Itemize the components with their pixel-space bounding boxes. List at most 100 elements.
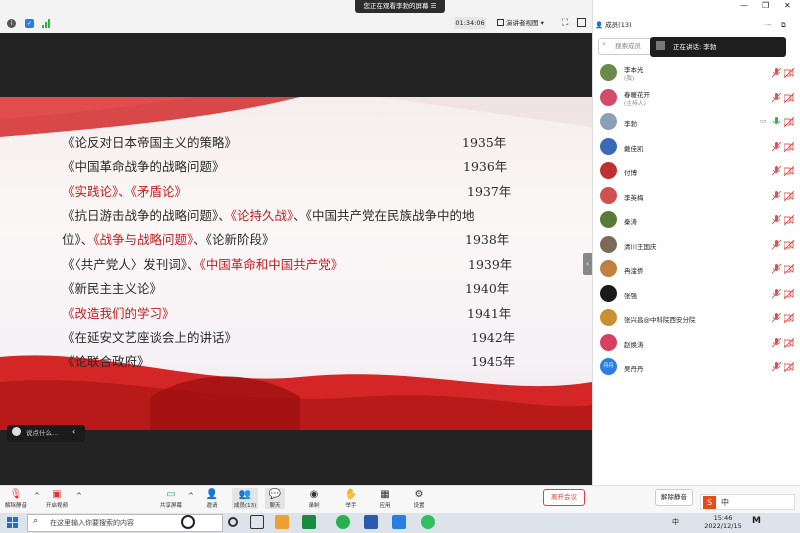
view-mode-dropdown[interactable]: 演讲者视图 ▾ — [497, 17, 553, 29]
mute-all-button[interactable]: 解除静音 — [655, 489, 693, 506]
slide-year: 1940年 — [465, 281, 510, 296]
close-icon[interactable]: ✕ — [784, 1, 791, 10]
member-row[interactable]: 秦涛 — [598, 210, 796, 230]
minimize-icon[interactable]: — — [740, 1, 748, 10]
slide-text: 《中国革命战争的战略问题》 — [62, 159, 225, 174]
invite-icon: 👤 — [205, 489, 219, 500]
share-screen-button[interactable]: ▭ 共享屏幕 — [160, 488, 182, 509]
camera-off-icon[interactable] — [783, 288, 795, 300]
member-name: 李勃 — [624, 120, 637, 128]
member-row[interactable]: 李勃 ▭ — [598, 112, 796, 132]
member-row[interactable]: 李本光 (我) — [598, 63, 796, 83]
member-row[interactable]: 丹丹 吴丹丹 — [598, 357, 796, 377]
mic-off-icon[interactable] — [771, 92, 782, 103]
member-name: 戴佳凯 — [624, 145, 644, 153]
edge-icon[interactable] — [336, 515, 350, 529]
member-row[interactable]: 张强 — [598, 284, 796, 304]
slide-text: 《战争与战略问题》 — [93, 232, 194, 247]
mic-off-icon[interactable] — [771, 239, 782, 250]
info-icon[interactable]: i — [7, 19, 16, 28]
mic-off-icon[interactable] — [771, 190, 782, 201]
emoji-icon[interactable] — [12, 427, 21, 436]
mic-off-icon[interactable] — [771, 288, 782, 299]
file-explorer-icon[interactable] — [275, 515, 289, 529]
menu-icon[interactable]: ☰ — [431, 2, 437, 10]
member-row[interactable]: 赵焕涛 — [598, 333, 796, 353]
signal-icon[interactable] — [42, 19, 51, 28]
slide-text: 《论持久战》 — [230, 208, 294, 223]
camera-off-icon[interactable] — [783, 239, 795, 251]
mic-on-icon[interactable] — [772, 117, 781, 127]
mic-off-icon[interactable] — [771, 337, 782, 348]
popout-icon[interactable]: ⧉ — [781, 17, 786, 33]
taskbar-app-icon[interactable] — [181, 515, 195, 529]
chevron-up-icon[interactable]: ^ — [188, 492, 194, 500]
word-icon[interactable] — [364, 515, 378, 529]
task-view-icon[interactable] — [228, 517, 238, 527]
shield-icon[interactable]: ✓ — [25, 19, 34, 28]
fullscreen-icon[interactable]: ⛶ — [562, 18, 568, 28]
camera-off-icon: ▣ — [52, 489, 62, 500]
camera-off-icon[interactable] — [783, 141, 795, 153]
browser-icon[interactable] — [302, 515, 316, 529]
share-screen-icon: ▭ — [166, 489, 176, 500]
slide-line: 《抗日游击战争的战略问题》、《论持久战》、《中国共产党在民族战争中的地 — [62, 205, 562, 224]
mic-off-icon[interactable] — [771, 361, 782, 372]
camera-off-icon[interactable] — [783, 337, 795, 349]
member-row[interactable]: 戴佳凯 — [598, 137, 796, 157]
search-icon: ⌕ — [33, 516, 39, 526]
camera-off-icon[interactable] — [783, 214, 795, 226]
clock[interactable]: 15:46 2022/12/15 — [703, 514, 743, 530]
member-row[interactable]: 冉淦侨 — [598, 259, 796, 279]
meeting-app-icon[interactable] — [392, 515, 406, 529]
multitask-icon[interactable] — [250, 515, 264, 529]
chevron-up-icon[interactable]: ^ — [34, 492, 40, 500]
apps-button[interactable]: ▦ 应用 — [378, 488, 392, 509]
slide-text: 位》、 — [62, 232, 94, 247]
collapse-panel-button[interactable]: ‹ — [583, 253, 592, 275]
wechat-icon[interactable] — [421, 515, 435, 529]
more-icon[interactable]: ··· — [765, 17, 771, 33]
camera-off-icon[interactable] — [783, 67, 795, 79]
mic-off-icon[interactable] — [771, 312, 782, 323]
notification-icon[interactable]: M — [752, 516, 761, 526]
chat-label: 聊天 — [269, 503, 281, 509]
member-row[interactable]: 清川王国庆 — [598, 235, 796, 255]
camera-off-icon[interactable] — [783, 165, 795, 177]
camera-off-icon[interactable] — [783, 116, 795, 128]
mic-off-icon[interactable] — [771, 165, 782, 176]
member-row[interactable]: 春暖花开 (主持人) — [598, 88, 796, 108]
camera-off-icon[interactable] — [783, 263, 795, 275]
layout-icon[interactable] — [577, 18, 586, 27]
camera-off-icon[interactable] — [783, 312, 795, 324]
ime-indicator[interactable]: 中 — [672, 517, 679, 527]
settings-button[interactable]: ⚙ 设置 — [412, 488, 426, 509]
member-row[interactable]: 张兴昌@中科院西安分院 — [598, 308, 796, 328]
chevron-left-icon[interactable]: ‹ — [72, 427, 75, 436]
mic-off-icon[interactable] — [771, 263, 782, 274]
ime-toolbar[interactable]: S 中 — [700, 494, 795, 510]
members-button[interactable]: 👥 成员(13) — [232, 488, 259, 509]
camera-off-icon[interactable] — [783, 190, 795, 202]
member-row[interactable]: 付博 — [598, 161, 796, 181]
chat-button[interactable]: 💬 聊天 — [265, 488, 285, 509]
record-button[interactable]: ◉ 录制 — [307, 488, 321, 509]
mic-off-icon[interactable] — [771, 214, 782, 225]
leave-meeting-button[interactable]: 离开会议 — [543, 489, 585, 506]
mic-off-icon[interactable] — [771, 67, 782, 78]
member-name: 冉淦侨 — [624, 267, 644, 275]
chevron-up-icon[interactable]: ^ — [76, 492, 82, 500]
camera-off-icon[interactable] — [783, 361, 795, 373]
unmute-button[interactable]: 🎙 解除静音 — [5, 488, 27, 509]
invite-button[interactable]: 👤 邀请 — [205, 488, 219, 509]
record-label: 录制 — [308, 503, 320, 509]
camera-off-icon[interactable] — [783, 92, 795, 104]
restore-icon[interactable]: ❐ — [762, 1, 769, 10]
raise-hand-button[interactable]: ✋ 举手 — [344, 488, 358, 509]
mic-off-icon[interactable] — [771, 141, 782, 152]
slide-text: 《中国革命和中国共产党》 — [199, 257, 344, 272]
avatar — [600, 138, 617, 155]
member-row[interactable]: 李英梅 — [598, 186, 796, 206]
start-video-button[interactable]: ▣ 开启视频 — [46, 488, 68, 509]
windows-start-icon[interactable] — [7, 517, 19, 529]
